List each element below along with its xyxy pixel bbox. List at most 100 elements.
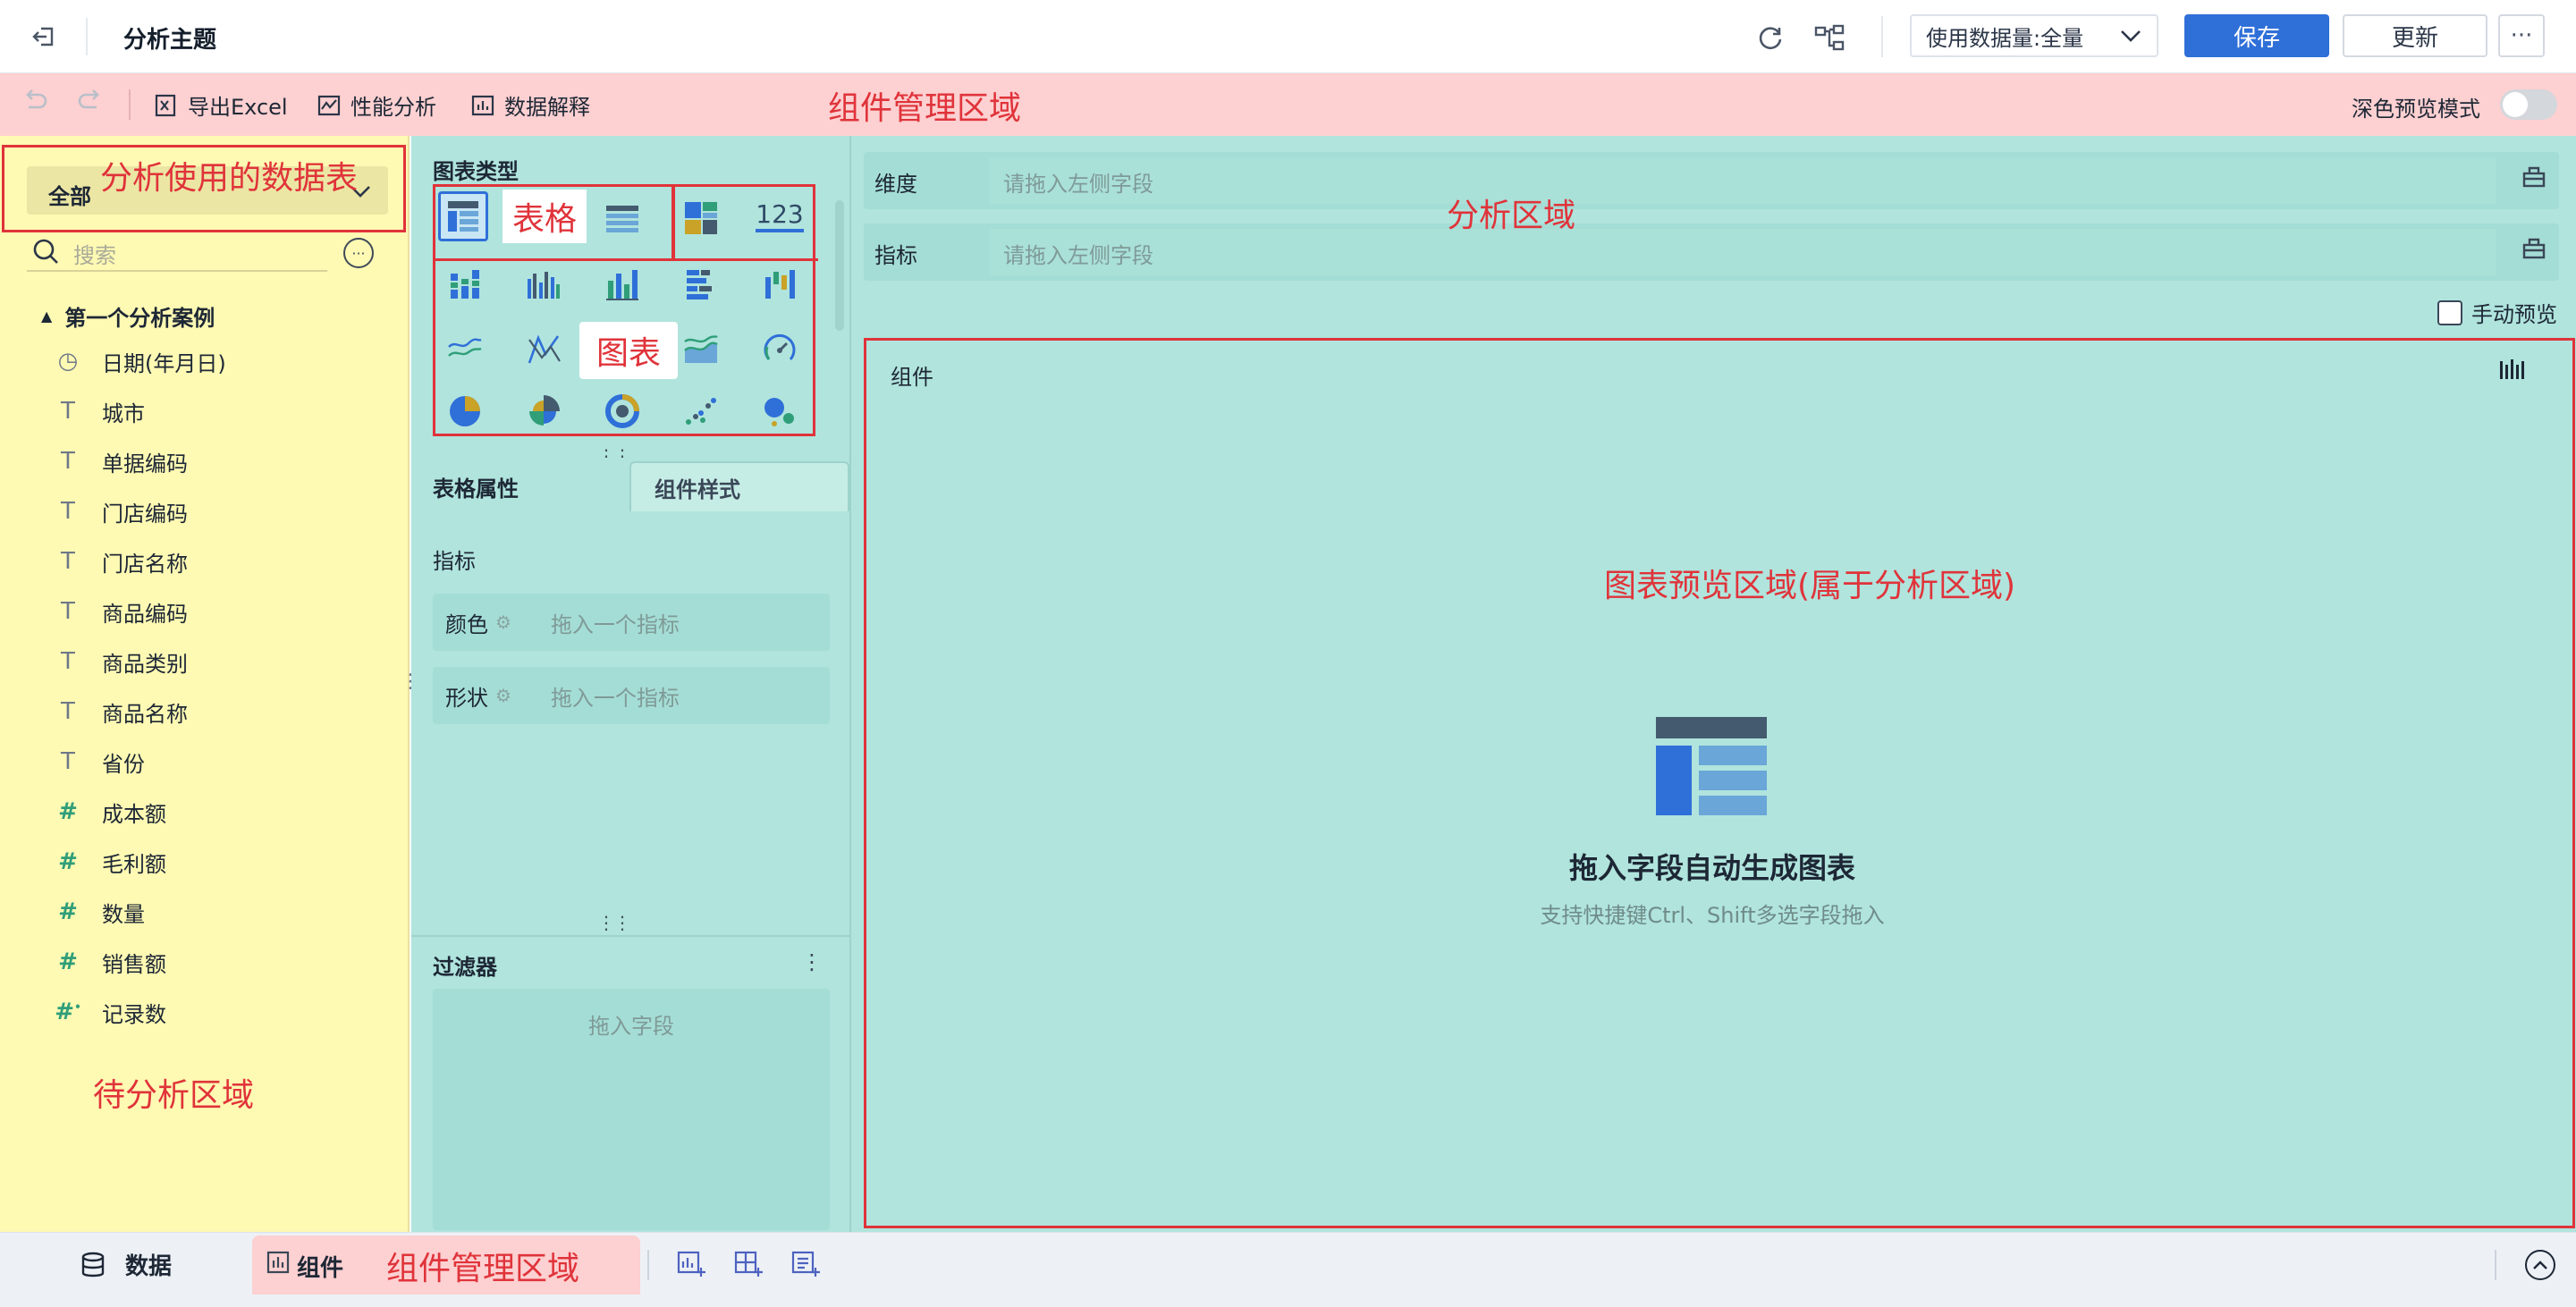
field-label: 商品名称 — [102, 701, 188, 727]
tree-group-header[interactable]: ▲ 第一个分析案例 — [41, 300, 215, 332]
field-item[interactable]: T 门店编码 — [50, 493, 188, 529]
add-dashboard-icon[interactable] — [733, 1248, 764, 1286]
component-icon — [266, 1251, 290, 1274]
chart-types-highlight-edge — [671, 258, 818, 261]
number-field-icon: # — [58, 848, 78, 875]
field-label: 记录数 — [102, 1001, 166, 1027]
field-item[interactable]: # 毛利额 — [50, 844, 166, 880]
shape-drop-slot[interactable]: 形状 ⚙ 拖入一个指标 — [433, 667, 830, 724]
dimension-drop-row[interactable]: 维度 请拖入左侧字段 — [864, 152, 2559, 209]
add-report-icon[interactable] — [790, 1248, 821, 1286]
field-item[interactable]: T 城市 — [50, 393, 145, 429]
chart-settings-icon[interactable] — [2498, 358, 2525, 389]
lock-icon[interactable] — [2521, 234, 2546, 261]
explain-icon — [471, 95, 494, 115]
number-field-icon: # — [58, 798, 78, 825]
text-field-icon: T — [61, 448, 75, 475]
field-label: 省份 — [102, 751, 145, 777]
data-amount-select[interactable]: 使用数据量:全量 — [1910, 14, 2158, 57]
empty-table-illustration — [1656, 717, 1767, 815]
field-label: 商品类别 — [102, 651, 188, 677]
field-item[interactable]: ◷ 日期(年月日) — [50, 343, 226, 379]
add-component-icon[interactable] — [676, 1248, 706, 1286]
field-item[interactable]: T 单据编码 — [50, 443, 188, 479]
dark-mode-toggle[interactable] — [2500, 89, 2557, 120]
field-label: 成本额 — [102, 801, 166, 827]
field-item[interactable]: T 商品类别 — [50, 644, 188, 679]
dimension-drop-zone[interactable] — [989, 157, 2496, 204]
text-field-icon: T — [61, 548, 75, 575]
settings-icon[interactable]: ⚙ — [495, 685, 511, 706]
field-label: 日期(年月日) — [102, 350, 226, 376]
lineage-icon[interactable] — [1810, 18, 1849, 57]
lock-icon[interactable] — [2521, 163, 2546, 190]
field-label: 毛利额 — [102, 851, 166, 877]
update-button[interactable]: 更新 — [2343, 14, 2487, 57]
field-item[interactable]: T 商品名称 — [50, 694, 188, 729]
back-button[interactable] — [20, 18, 68, 55]
resize-handle[interactable]: ⋮⋮ — [597, 912, 631, 933]
number-field-icon: # — [58, 898, 78, 925]
performance-analysis-button[interactable]: 性能分析 — [317, 89, 436, 121]
checkbox[interactable] — [2437, 299, 2462, 325]
tab-component-style[interactable]: 组件样式 — [629, 461, 849, 511]
undo-icon[interactable] — [20, 86, 48, 122]
filter-menu-icon[interactable]: ⋮ — [801, 949, 823, 974]
divider — [411, 935, 849, 937]
exit-icon — [32, 27, 54, 46]
pending-annotation: 待分析区域 — [93, 1077, 255, 1114]
search-placeholder: 搜索 — [73, 243, 116, 268]
performance-icon — [317, 95, 341, 115]
more-button[interactable]: ··· — [2498, 14, 2545, 57]
field-item[interactable]: # 销售额 — [50, 944, 166, 980]
data-explain-button[interactable]: 数据解释 — [470, 89, 590, 121]
field-label: 销售额 — [102, 951, 166, 977]
metric-placeholder: 请拖入左侧字段 — [1003, 243, 1153, 268]
field-search-input[interactable]: 搜索 — [27, 234, 327, 272]
field-label: 门店名称 — [102, 551, 188, 577]
text-field-icon: T — [61, 648, 75, 675]
manual-preview-label: 手动预览 — [2471, 302, 2557, 327]
manual-preview-checkbox[interactable]: 手动预览 — [2437, 297, 2557, 328]
color-drop-slot[interactable]: 颜色 ⚙ 拖入一个指标 — [433, 594, 830, 651]
tab-table-properties[interactable]: 表格属性 — [411, 461, 629, 511]
metric-section-label: 指标 — [433, 549, 476, 574]
tab-data[interactable]: 数据 — [80, 1248, 172, 1281]
preview-annotation: 图表预览区域(属于分析区域) — [1604, 568, 2016, 604]
save-button[interactable]: 保存 — [2184, 14, 2329, 57]
field-item[interactable]: T 门店名称 — [50, 544, 188, 579]
settings-icon[interactable]: ⚙ — [495, 611, 511, 633]
redo-icon[interactable] — [77, 86, 106, 122]
filter-drop-zone[interactable]: 拖入字段 — [433, 989, 830, 1230]
chart-types-highlight — [433, 261, 815, 436]
export-excel-button[interactable]: 导出Excel — [154, 89, 288, 121]
empty-state-subtitle: 支持快捷键Ctrl、Shift多选字段拖入 — [1540, 903, 1885, 928]
database-icon — [81, 1252, 105, 1277]
divider — [2495, 1250, 2496, 1280]
field-item[interactable]: # 数量 — [50, 894, 145, 930]
field-item[interactable]: #• 记录数 — [50, 994, 166, 1030]
collapse-up-icon[interactable] — [2525, 1250, 2555, 1280]
dimension-label: 维度 — [874, 172, 917, 197]
metric-drop-row[interactable]: 指标 请拖入左侧字段 — [864, 223, 2559, 281]
number-field-icon: # — [58, 949, 78, 975]
refresh-icon[interactable] — [1751, 18, 1790, 57]
field-item[interactable]: # 成本额 — [50, 794, 166, 830]
more-options-icon[interactable]: ··· — [343, 238, 374, 268]
text-field-icon: T — [61, 498, 75, 525]
data-amount-label: 使用数据量:全量 — [1926, 25, 2084, 51]
divider — [1881, 16, 1883, 57]
chevron-down-icon — [2121, 30, 2141, 42]
scope-annotation: 分析使用的数据表 — [100, 160, 359, 197]
chart-type-scrollbar[interactable] — [835, 200, 844, 331]
field-item[interactable]: T 省份 — [50, 744, 145, 780]
filter-placeholder: 拖入字段 — [588, 1014, 674, 1039]
field-item[interactable]: T 商品编码 — [50, 594, 188, 629]
performance-analysis-label: 性能分析 — [351, 95, 436, 120]
color-placeholder: 拖入一个指标 — [550, 611, 680, 637]
filter-title: 过滤器 — [433, 955, 497, 980]
clock-icon: ◷ — [57, 348, 79, 375]
component-annotation: 组件管理区域 — [386, 1251, 580, 1287]
metric-drop-zone[interactable] — [989, 229, 2496, 275]
shape-placeholder: 拖入一个指标 — [550, 685, 680, 711]
